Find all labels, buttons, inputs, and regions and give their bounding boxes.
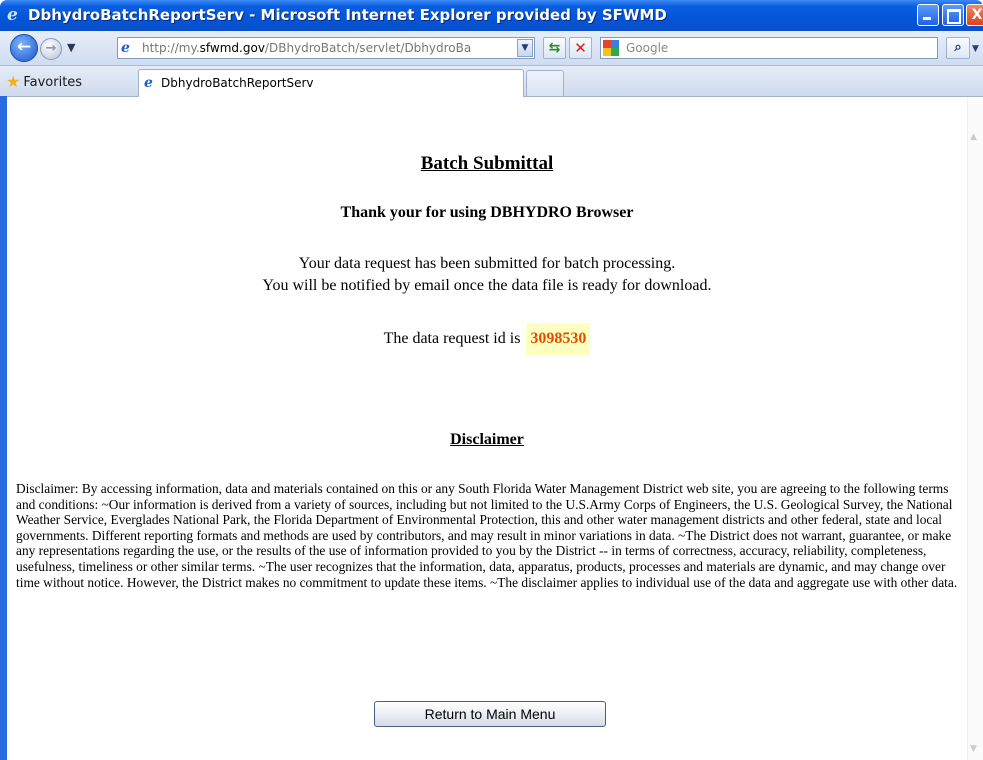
return-to-main-menu-button[interactable]: Return to Main Menu xyxy=(374,701,606,727)
address-url[interactable]: http://my.sfwmd.gov/DBhydroBatch/servlet… xyxy=(142,41,502,55)
submission-message-line1: Your data request has been submitted for… xyxy=(298,255,676,272)
stop-button[interactable]: ✕ xyxy=(569,37,592,59)
maximize-button[interactable] xyxy=(942,4,964,26)
window-title: DbhydroBatchReportServ - Microsoft Inter… xyxy=(28,6,667,24)
maximize-icon xyxy=(947,9,961,24)
page-ie-icon: e xyxy=(121,40,130,56)
page-content: Batch Submittal Thank your for using DBH… xyxy=(7,97,967,760)
forward-button[interactable]: → xyxy=(40,38,62,60)
search-placeholder: Google xyxy=(626,41,669,55)
history-dropdown-icon[interactable]: ▼ xyxy=(67,41,75,54)
navigation-bar: ← → ▼ e http://my.sfwmd.gov/DBhydroBatch… xyxy=(0,31,983,66)
back-button[interactable]: ← xyxy=(10,34,38,62)
disclaimer-heading: Disclaimer xyxy=(450,431,524,448)
stop-icon: ✕ xyxy=(574,39,587,57)
new-tab-button[interactable] xyxy=(526,70,564,96)
address-dropdown-icon[interactable]: ▼ xyxy=(517,39,533,57)
minimize-icon xyxy=(923,17,931,20)
search-icon: ⌕ xyxy=(954,40,962,55)
favorites-button[interactable]: ★ Favorites xyxy=(6,72,82,91)
page-title: Batch Submittal xyxy=(420,153,554,174)
minimize-button[interactable] xyxy=(917,4,939,26)
request-id-line: The data request id is 3098530 xyxy=(7,323,967,356)
forward-arrow-icon: → xyxy=(45,41,57,56)
address-bar[interactable]: e http://my.sfwmd.gov/DBhydroBatch/servl… xyxy=(117,37,535,59)
back-arrow-icon: ← xyxy=(16,37,32,57)
search-input[interactable]: Google xyxy=(600,37,938,59)
tab-bar: ★ Favorites e DbhydroBatchReportServ xyxy=(0,66,983,97)
thank-you-heading: Thank your for using DBHYDRO Browser xyxy=(340,204,634,221)
refresh-button[interactable]: ⇆ xyxy=(543,37,566,59)
refresh-icon: ⇆ xyxy=(548,40,561,56)
star-icon: ★ xyxy=(6,72,21,91)
scroll-down-icon[interactable]: ▼ xyxy=(970,744,977,754)
ie-logo-icon: e xyxy=(7,5,18,25)
request-id-value: 3098530 xyxy=(526,323,591,356)
window-frame-left xyxy=(0,96,7,760)
search-button[interactable]: ⌕ xyxy=(946,37,970,59)
request-id-label: The data request id is xyxy=(383,330,521,347)
close-icon: X xyxy=(971,7,983,23)
tab-dbhydro[interactable]: e DbhydroBatchReportServ xyxy=(138,69,524,97)
disclaimer-text: Disclaimer: By accessing information, da… xyxy=(16,481,958,590)
window-title-bar[interactable]: e DbhydroBatchReportServ - Microsoft Int… xyxy=(0,0,983,31)
tab-label: DbhydroBatchReportServ xyxy=(161,76,314,90)
submission-message-line2: You will be notified by email once the d… xyxy=(262,277,712,294)
close-button[interactable]: X xyxy=(966,4,983,26)
google-icon xyxy=(603,40,619,56)
search-dropdown-icon[interactable]: ▼ xyxy=(972,44,979,54)
tab-ie-icon: e xyxy=(144,75,153,91)
scroll-up-icon[interactable]: ▲ xyxy=(970,132,977,142)
vertical-scrollbar[interactable]: ▲ ▼ xyxy=(967,97,983,760)
favorites-label: Favorites xyxy=(23,75,83,90)
